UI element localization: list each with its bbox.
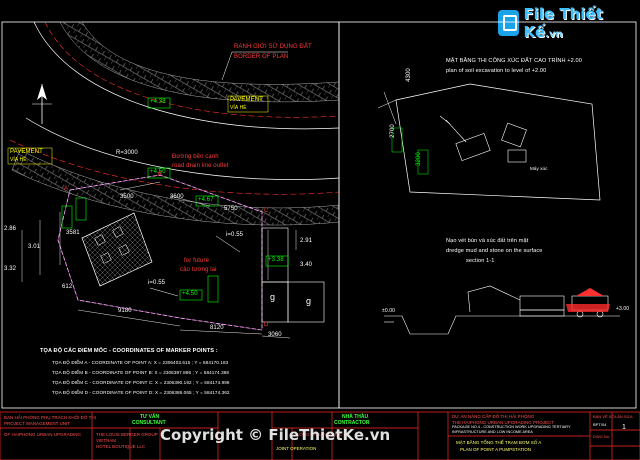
road-en: road drain line outlet [172, 163, 229, 169]
dump-load [576, 288, 604, 296]
excavator-icon [439, 115, 527, 163]
dim-332: 3.32 [4, 266, 17, 272]
dim-291: 2.91 [300, 238, 313, 244]
right-title-en: plan of soil excavation to level of +2.0… [446, 68, 547, 74]
dim-301: 3.01 [28, 244, 41, 250]
right-frame [338, 21, 637, 409]
coord-row: TỌA ĐỘ ĐIỂM D - COORDINATE OF POINT D: X… [52, 390, 230, 395]
consultant-firm-2: VIETNAM [96, 438, 117, 443]
dim-3500: 3500 [120, 194, 134, 200]
section-desc-vi: Nạo vét bùn và xúc đất trên mặt [446, 238, 529, 244]
level-300: +3.00 [616, 306, 630, 312]
level-438: +4.38 [150, 99, 166, 105]
level-450-b: +4.50 [182, 291, 198, 297]
slope-b: i=0.55 [148, 280, 166, 286]
future-vi: for future [184, 258, 210, 264]
north-arrow-icon [32, 84, 52, 124]
pavement-b: PAVEMENT [10, 149, 43, 155]
level-467: +4.67 [198, 197, 214, 203]
level-338: +3.38 [268, 257, 284, 263]
project-vi: DỰ ÁN NÂNG CẤP ĐÔ THỊ HẢI PHÒNG [452, 414, 535, 419]
section-label: section 1-1 [466, 258, 495, 264]
future-en: cảo tương lai [180, 267, 217, 273]
pavement-a-vi: VỈA HÈ [230, 105, 247, 111]
drawing-title-vi: MẶT BẰNG TỔNG THỂ TRẠM BƠM SỐ A [456, 440, 542, 445]
drawing-title-en: PLAN OF POINT A PUMPSTATION [460, 447, 532, 452]
revision-number: 1 [622, 424, 626, 431]
copyright-watermark: Copyright © FileThietKe.vn [160, 426, 391, 444]
owner-sub: OF HAIPHONG URBAN UPGRADING [4, 432, 82, 437]
boundary-en: BORDER OF PLAN [234, 54, 289, 60]
grate-1: g [270, 292, 276, 302]
dim-340: 3.40 [300, 262, 313, 268]
level-ground: ±0.00 [382, 308, 395, 314]
dim-286: 2.86 [4, 226, 17, 232]
right-title-vi: MẶT BẰNG THI CÔNG XÚC ĐẤT CAO TRÌNH +2.0… [446, 58, 582, 64]
project-sub-2: INFRASTRUCTURE AND LOW INCOME AREA [452, 430, 533, 434]
point-d-label: D [264, 322, 269, 328]
dim-3200: 3200 [415, 152, 422, 166]
dim-3060: 3060 [268, 332, 282, 338]
pavement-b-vi: VỈA HÈ [10, 157, 27, 163]
coord-row: TỌA ĐỘ ĐIỂM B - COORDINATE OF POINT B: X… [52, 370, 230, 375]
point-a-label: A [64, 186, 69, 192]
point-b-label: B [158, 172, 163, 178]
dim-5750: 5750 [224, 206, 238, 212]
coords-title: TỌA ĐỘ CÁC ĐIỂM MỐC - COORDINATES OF MAR… [40, 348, 218, 354]
coord-row: TỌA ĐỘ ĐIỂM C - COORDINATE OF POINT C: X… [52, 380, 230, 385]
dim-4300: 4300 [405, 68, 412, 82]
dim-8120: 8120 [210, 325, 224, 331]
sheet-label: BẢN VẼ SỐ [593, 414, 615, 419]
excavator-label: Máy xúc [530, 166, 548, 171]
slope-a: i=0.55 [226, 232, 244, 238]
consultant-firm-3: HOTEL BOUTIQUE LLC [96, 444, 146, 449]
consultant-firm: THE LOUIS BERGER GROUP [96, 432, 158, 437]
revision-label: LẦN SỬA [615, 414, 633, 419]
project-sub: PACKAGE NO.4 - CONSTRUCTION WORK UPGRADI… [452, 425, 571, 429]
point-c-label: C [264, 208, 269, 214]
dim-9180: 9180 [118, 308, 132, 314]
excavation-area [395, 83, 601, 201]
dim-3600: 3600 [170, 194, 184, 200]
section-desc-en: dredge mud and stone on the surface [446, 248, 543, 254]
radius-label: R=3000 [116, 150, 138, 156]
pavement-a: PAVEMENT [230, 97, 263, 103]
dim-3581: 3581 [66, 230, 80, 236]
road-vi: Đường bên cạnh [172, 154, 219, 160]
dim-2700: 2700 [389, 124, 396, 138]
grate-2: g [306, 296, 312, 306]
dwg-no-label: DWG No. [593, 434, 611, 439]
joint-operation: JOINT OPERATION [276, 446, 317, 451]
coord-row: TỌA ĐỘ ĐIỂM A - COORDINATE OF POINT A: X… [52, 360, 229, 365]
owner-vi: BAN HẢI PHÒNG PHỤ TRÁCH KHỐI ĐÔ THỊ [4, 415, 96, 420]
owner-en: PROJECT MANAGEMENT UNIT [4, 421, 71, 426]
sheet-number: BPT/04 [593, 422, 607, 427]
dim-612: 612 [62, 284, 73, 290]
boundary-vi: RANH GIỚI SỬ DỤNG ĐẤT [234, 44, 312, 50]
